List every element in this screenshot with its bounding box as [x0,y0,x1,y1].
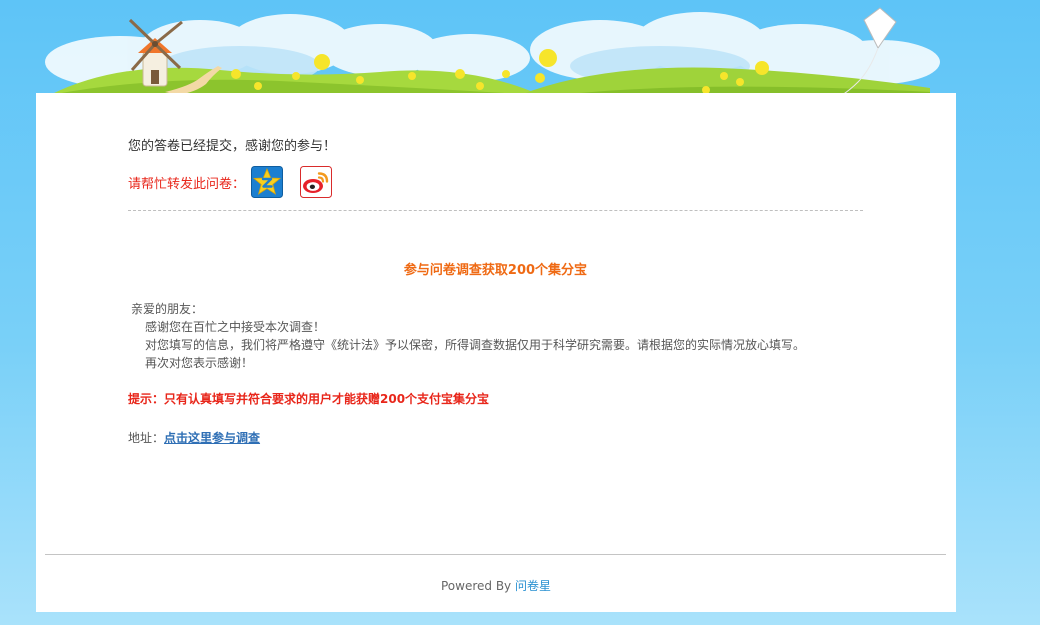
share-label: 请帮忙转发此问卷： [128,176,246,192]
brand-link[interactable]: 问卷星 [515,579,551,593]
address-row: 地址：点击这里参与调查 [128,429,260,446]
promo-headline: 参与问卷调查获取200个集分宝 [403,263,588,278]
letter-body: 亲爱的朋友： 感谢您在百忙之中接受本次调查！ 对您填写的信息，我们将严格遵守《统… [131,300,805,372]
result-card: 您的答卷已经提交，感谢您的参与！ 请帮忙转发此问卷： 参与问卷调查获取200个集… [36,93,956,612]
letter-line: 感谢您在百忙之中接受本次调查！ [145,320,326,334]
footer: Powered By 问卷星 [36,577,956,594]
dashed-divider [128,210,863,211]
weibo-icon[interactable] [300,166,333,198]
letter-line: 对您填写的信息，我们将严格遵守《统计法》予以保密，所得调查数据仅用于科学研究需要… [145,338,806,352]
qzone-icon[interactable] [251,166,284,198]
footer-divider [45,554,946,555]
address-label: 地址： [128,431,165,445]
tip-text: 提示：只有认真填写并符合要求的用户才能获赠200个支付宝集分宝 [128,392,490,406]
survey-link[interactable]: 点击这里参与调查 [164,431,260,445]
letter-greeting: 亲爱的朋友： [131,302,204,316]
thanks-message: 您的答卷已经提交，感谢您的参与！ [128,139,337,154]
powered-by-text: Powered By [440,579,512,593]
header-banner [45,7,940,95]
letter-line: 再次对您表示感谢！ [145,356,254,370]
share-row: 请帮忙转发此问卷： [128,165,333,199]
